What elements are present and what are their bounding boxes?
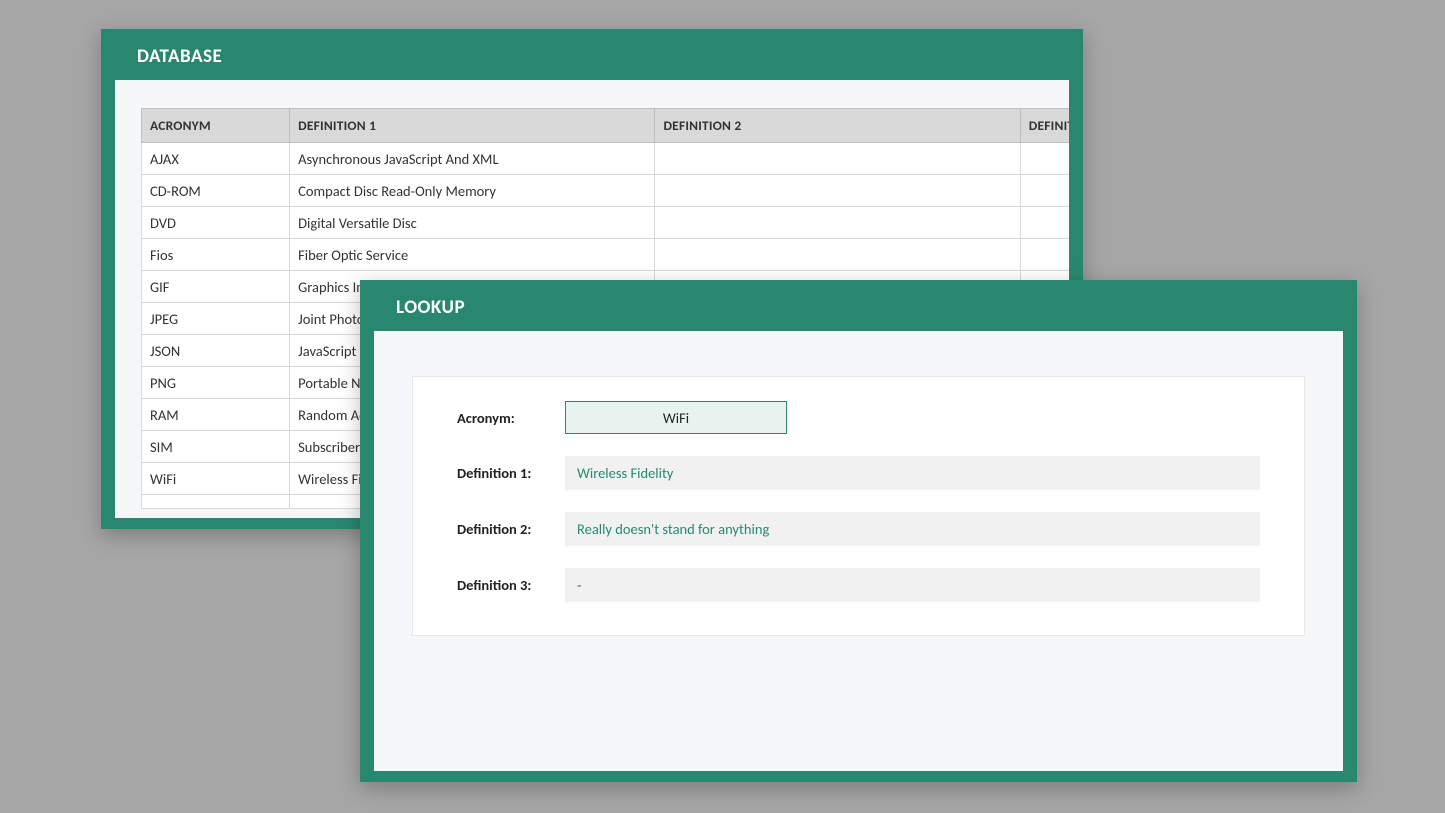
cell-acronym[interactable]: GIF <box>142 271 290 303</box>
acronym-input[interactable] <box>565 401 787 434</box>
cell-def2[interactable] <box>655 239 1020 271</box>
cell-def2[interactable] <box>655 143 1020 175</box>
cell-acronym[interactable]: SIM <box>142 431 290 463</box>
table-row[interactable]: DVDDigital Versatile Disc <box>142 207 1070 239</box>
output-definition-1: Wireless Fidelity <box>565 456 1260 490</box>
label-acronym: Acronym: <box>457 409 565 427</box>
output-definition-3: - <box>565 568 1260 602</box>
cell-acronym[interactable]: DVD <box>142 207 290 239</box>
lookup-panel: Acronym: Definition 1: Wireless Fidelity… <box>412 376 1305 636</box>
cell-acronym[interactable]: RAM <box>142 399 290 431</box>
cell-acronym[interactable]: JSON <box>142 335 290 367</box>
cell-def3[interactable] <box>1020 239 1069 271</box>
header-definition-1[interactable]: DEFINITION 1 <box>290 109 655 143</box>
cell-acronym[interactable]: WiFi <box>142 463 290 495</box>
lookup-row-acronym: Acronym: <box>457 401 1260 434</box>
cell-acronym[interactable] <box>142 495 290 509</box>
header-definition-2[interactable]: DEFINITION 2 <box>655 109 1020 143</box>
table-row[interactable]: AJAXAsynchronous JavaScript And XML <box>142 143 1070 175</box>
lookup-title: LOOKUP <box>374 294 1343 331</box>
cell-acronym[interactable]: PNG <box>142 367 290 399</box>
header-definition-3[interactable]: DEFINITION <box>1020 109 1069 143</box>
header-acronym[interactable]: ACRONYM <box>142 109 290 143</box>
cell-def1[interactable]: Fiber Optic Service <box>290 239 655 271</box>
table-row[interactable]: FiosFiber Optic Service <box>142 239 1070 271</box>
cell-def1[interactable]: Compact Disc Read-Only Memory <box>290 175 655 207</box>
cell-def3[interactable] <box>1020 207 1069 239</box>
cell-acronym[interactable]: Fios <box>142 239 290 271</box>
table-header-row: ACRONYM DEFINITION 1 DEFINITION 2 DEFINI… <box>142 109 1070 143</box>
cell-def1[interactable]: Digital Versatile Disc <box>290 207 655 239</box>
table-row[interactable]: CD-ROMCompact Disc Read-Only Memory <box>142 175 1070 207</box>
cell-def1[interactable]: Asynchronous JavaScript And XML <box>290 143 655 175</box>
cell-def3[interactable] <box>1020 143 1069 175</box>
lookup-card: LOOKUP Acronym: Definition 1: Wireless F… <box>360 280 1357 782</box>
label-definition-3: Definition 3: <box>457 576 565 594</box>
cell-def2[interactable] <box>655 207 1020 239</box>
cell-def3[interactable] <box>1020 175 1069 207</box>
cell-acronym[interactable]: CD-ROM <box>142 175 290 207</box>
database-title: DATABASE <box>115 43 1069 80</box>
lookup-row-def1: Definition 1: Wireless Fidelity <box>457 456 1260 490</box>
cell-def2[interactable] <box>655 175 1020 207</box>
output-definition-2: Really doesn't stand for anything <box>565 512 1260 546</box>
cell-acronym[interactable]: JPEG <box>142 303 290 335</box>
label-definition-2: Definition 2: <box>457 520 565 538</box>
lookup-row-def3: Definition 3: - <box>457 568 1260 602</box>
cell-acronym[interactable]: AJAX <box>142 143 290 175</box>
lookup-body: Acronym: Definition 1: Wireless Fidelity… <box>374 331 1343 771</box>
label-definition-1: Definition 1: <box>457 464 565 482</box>
lookup-row-def2: Definition 2: Really doesn't stand for a… <box>457 512 1260 546</box>
